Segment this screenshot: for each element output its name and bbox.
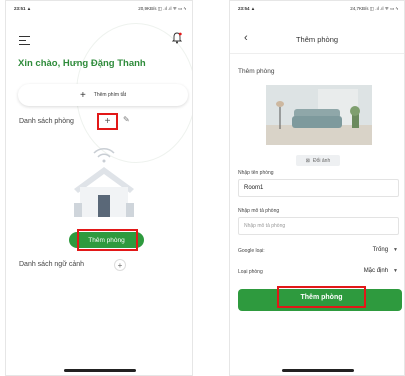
room-type-value: Mặc định [363,268,389,274]
menu-icon[interactable] [19,36,30,47]
add-room-icon-button[interactable]: + [97,113,118,130]
plus-icon: + [79,89,86,101]
status-bar: 23:54 ▲ 24,7KB/s ◫ .ıl .ıl ᯤ ▭ ϟ [230,1,404,15]
add-scene-button[interactable]: + [114,259,126,271]
status-time: 23:51 ▲ [14,6,32,11]
room-type-label: Loại phòng [238,269,263,275]
section-title: Thêm phòng [238,68,275,75]
room-type-select[interactable]: Mặc định ▼ [364,268,398,274]
bell-icon[interactable] [172,32,182,44]
add-room-submit-button[interactable]: Thêm phòng [277,286,366,308]
rooms-list-label: Danh sách phòng [19,118,74,125]
edit-icon[interactable]: ✎ [123,115,130,124]
change-image-label: Đổi ảnh [312,157,331,164]
room-desc-field[interactable]: Nhập mô tả phòng [238,217,399,235]
add-shortcut-button[interactable]: + Thêm phím tắt [18,84,188,106]
status-time: 23:54 ▲ [238,6,256,11]
chevron-down-icon: ▼ [393,268,398,274]
status-icons: 20,9KB/s ◫ .ıl .ıl ᯤ ▭ ϟ [138,6,186,11]
room-image [266,85,372,145]
header-divider [230,53,404,54]
scenes-list-label: Danh sách ngữ cảnh [19,261,85,268]
room-desc-label: Nhập mô tả phòng [238,208,280,214]
home-indicator [64,369,136,372]
google-room-select[interactable]: Trống ▼ [373,247,398,253]
google-room-label: Google loại: [238,248,265,254]
google-room-value: Trống [372,247,389,253]
room-name-label: Nhập tên phòng [238,170,274,176]
page-title: Thêm phòng [295,35,339,44]
room-name-field[interactable]: Room1 [238,179,399,197]
home-indicator [282,369,354,372]
empty-house-illustration [74,148,134,217]
chevron-down-icon: ▼ [393,247,398,253]
add-shortcut-label: Thêm phím tắt [93,92,127,98]
status-bar: 23:51 ▲ 20,9KB/s ◫ .ıl .ıl ᯤ ▭ ϟ [6,1,192,15]
home-screen: 23:51 ▲ 20,9KB/s ◫ .ıl .ıl ᯤ ▭ ϟ Xin chà… [5,0,193,376]
status-icons: 24,7KB/s ◫ .ıl .ıl ᯤ ▭ ϟ [350,6,398,11]
greeting-text: Xin chào, Hưng Đặng Thanh [18,58,146,69]
image-icon: ⊠ [305,157,310,164]
highlight-frame [77,229,138,251]
change-image-button[interactable]: ⊠ Đổi ảnh [296,155,340,166]
add-room-screen: 23:54 ▲ 24,7KB/s ◫ .ıl .ıl ᯤ ▭ ϟ ‹ Thêm … [229,0,405,376]
